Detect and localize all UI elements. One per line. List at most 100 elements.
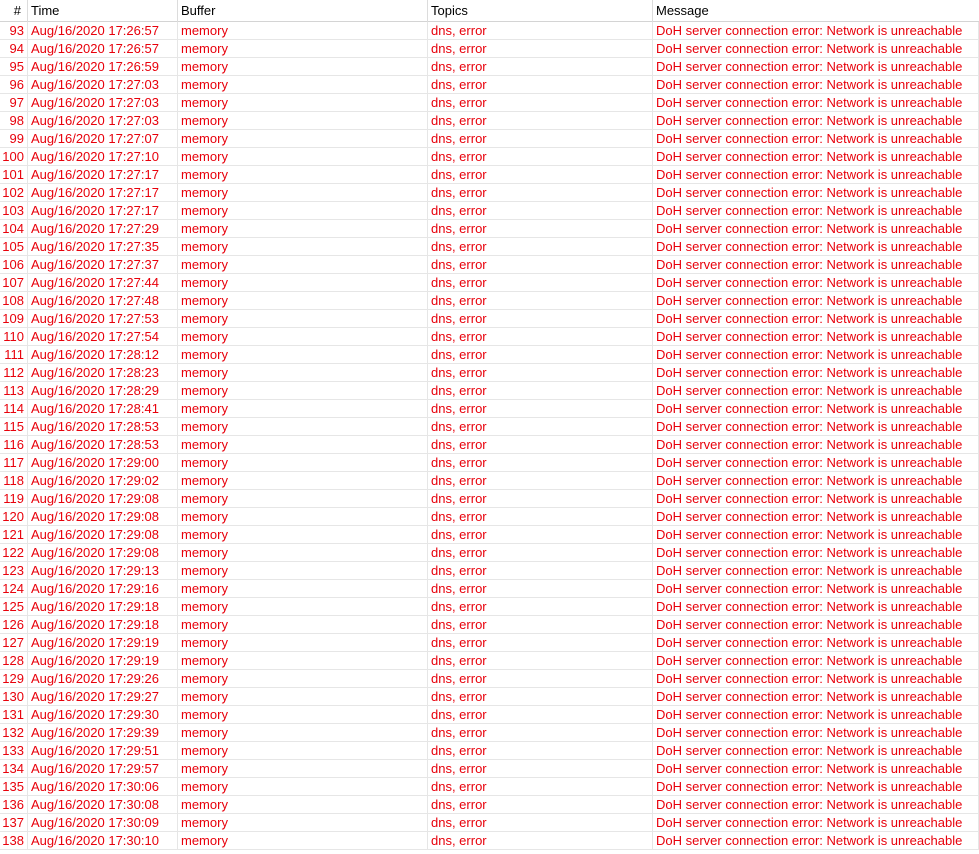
cell-time: Aug/16/2020 17:27:03 xyxy=(28,112,178,129)
table-row[interactable]: 126 Aug/16/2020 17:29:18 memory dns, error D… xyxy=(0,616,979,634)
table-row[interactable]: 110 Aug/16/2020 17:27:54 memory dns, error D… xyxy=(0,328,979,346)
cell-topics: dns, error xyxy=(428,58,653,75)
table-row[interactable]: 137 Aug/16/2020 17:30:09 memory dns, error D… xyxy=(0,814,979,832)
table-row[interactable]: 105 Aug/16/2020 17:27:35 memory dns, error D… xyxy=(0,238,979,256)
cell-message: DoH server connection error: Network is … xyxy=(653,742,979,759)
cell-buffer: memory xyxy=(178,310,428,327)
cell-number: 132 xyxy=(0,724,28,741)
table-row[interactable]: 97 Aug/16/2020 17:27:03 memory dns, error Do… xyxy=(0,94,979,112)
table-row[interactable]: 119 Aug/16/2020 17:29:08 memory dns, error D… xyxy=(0,490,979,508)
cell-time: Aug/16/2020 17:29:57 xyxy=(28,760,178,777)
table-row[interactable]: 95 Aug/16/2020 17:26:59 memory dns, error Do… xyxy=(0,58,979,76)
cell-buffer: memory xyxy=(178,328,428,345)
table-row[interactable]: 93 Aug/16/2020 17:26:57 memory dns, error Do… xyxy=(0,22,979,40)
table-row[interactable]: 127 Aug/16/2020 17:29:19 memory dns, error D… xyxy=(0,634,979,652)
cell-buffer: memory xyxy=(178,598,428,615)
cell-number: 98 xyxy=(0,112,28,129)
table-row[interactable]: 117 Aug/16/2020 17:29:00 memory dns, error D… xyxy=(0,454,979,472)
table-row[interactable]: 125 Aug/16/2020 17:29:18 memory dns, error D… xyxy=(0,598,979,616)
column-header-message[interactable]: Message xyxy=(653,0,979,22)
table-row[interactable]: 98 Aug/16/2020 17:27:03 memory dns, error Do… xyxy=(0,112,979,130)
table-row[interactable]: 103 Aug/16/2020 17:27:17 memory dns, error D… xyxy=(0,202,979,220)
cell-buffer: memory xyxy=(178,58,428,75)
table-row[interactable]: 101 Aug/16/2020 17:27:17 memory dns, error D… xyxy=(0,166,979,184)
cell-buffer: memory xyxy=(178,472,428,489)
table-row[interactable]: 136 Aug/16/2020 17:30:08 memory dns, error D… xyxy=(0,796,979,814)
table-row[interactable]: 134 Aug/16/2020 17:29:57 memory dns, error D… xyxy=(0,760,979,778)
table-row[interactable]: 116 Aug/16/2020 17:28:53 memory dns, error D… xyxy=(0,436,979,454)
table-row[interactable]: 107 Aug/16/2020 17:27:44 memory dns, error D… xyxy=(0,274,979,292)
table-row[interactable]: 135 Aug/16/2020 17:30:06 memory dns, error D… xyxy=(0,778,979,796)
table-row[interactable]: 106 Aug/16/2020 17:27:37 memory dns, error D… xyxy=(0,256,979,274)
table-row[interactable]: 138 Aug/16/2020 17:30:10 memory dns, error D… xyxy=(0,832,979,850)
cell-message: DoH server connection error: Network is … xyxy=(653,598,979,615)
table-row[interactable]: 99 Aug/16/2020 17:27:07 memory dns, error Do… xyxy=(0,130,979,148)
cell-message: DoH server connection error: Network is … xyxy=(653,706,979,723)
table-row[interactable]: 121 Aug/16/2020 17:29:08 memory dns, error D… xyxy=(0,526,979,544)
table-row[interactable]: 111 Aug/16/2020 17:28:12 memory dns, error D… xyxy=(0,346,979,364)
cell-buffer: memory xyxy=(178,94,428,111)
cell-number: 117 xyxy=(0,454,28,471)
table-row[interactable]: 104 Aug/16/2020 17:27:29 memory dns, error D… xyxy=(0,220,979,238)
column-header-time[interactable]: Time xyxy=(28,0,178,22)
cell-topics: dns, error xyxy=(428,796,653,813)
table-row[interactable]: 109 Aug/16/2020 17:27:53 memory dns, error D… xyxy=(0,310,979,328)
table-row[interactable]: 133 Aug/16/2020 17:29:51 memory dns, error D… xyxy=(0,742,979,760)
cell-buffer: memory xyxy=(178,220,428,237)
cell-topics: dns, error xyxy=(428,382,653,399)
table-row[interactable]: 132 Aug/16/2020 17:29:39 memory dns, error D… xyxy=(0,724,979,742)
cell-topics: dns, error xyxy=(428,652,653,669)
table-row[interactable]: 108 Aug/16/2020 17:27:48 memory dns, error D… xyxy=(0,292,979,310)
table-row[interactable]: 112 Aug/16/2020 17:28:23 memory dns, error D… xyxy=(0,364,979,382)
table-body: 93 Aug/16/2020 17:26:57 memory dns, error Do… xyxy=(0,22,979,850)
cell-topics: dns, error xyxy=(428,220,653,237)
cell-buffer: memory xyxy=(178,706,428,723)
table-row[interactable]: 100 Aug/16/2020 17:27:10 memory dns, error D… xyxy=(0,148,979,166)
cell-time: Aug/16/2020 17:27:07 xyxy=(28,130,178,147)
cell-number: 107 xyxy=(0,274,28,291)
table-row[interactable]: 120 Aug/16/2020 17:29:08 memory dns, error D… xyxy=(0,508,979,526)
table-row[interactable]: 113 Aug/16/2020 17:28:29 memory dns, error D… xyxy=(0,382,979,400)
table-row[interactable]: 118 Aug/16/2020 17:29:02 memory dns, error D… xyxy=(0,472,979,490)
table-row[interactable]: 123 Aug/16/2020 17:29:13 memory dns, error D… xyxy=(0,562,979,580)
table-row[interactable]: 96 Aug/16/2020 17:27:03 memory dns, error Do… xyxy=(0,76,979,94)
cell-message: DoH server connection error: Network is … xyxy=(653,760,979,777)
table-row[interactable]: 130 Aug/16/2020 17:29:27 memory dns, error D… xyxy=(0,688,979,706)
cell-message: DoH server connection error: Network is … xyxy=(653,454,979,471)
cell-message: DoH server connection error: Network is … xyxy=(653,382,979,399)
column-header-number[interactable]: # xyxy=(0,0,28,22)
cell-buffer: memory xyxy=(178,76,428,93)
table-row[interactable]: 102 Aug/16/2020 17:27:17 memory dns, error D… xyxy=(0,184,979,202)
table-row[interactable]: 94 Aug/16/2020 17:26:57 memory dns, error Do… xyxy=(0,40,979,58)
cell-number: 129 xyxy=(0,670,28,687)
cell-time: Aug/16/2020 17:29:00 xyxy=(28,454,178,471)
cell-number: 138 xyxy=(0,832,28,849)
cell-topics: dns, error xyxy=(428,472,653,489)
cell-number: 124 xyxy=(0,580,28,597)
cell-time: Aug/16/2020 17:27:29 xyxy=(28,220,178,237)
cell-time: Aug/16/2020 17:29:27 xyxy=(28,688,178,705)
table-row[interactable]: 129 Aug/16/2020 17:29:26 memory dns, error D… xyxy=(0,670,979,688)
table-row[interactable]: 115 Aug/16/2020 17:28:53 memory dns, error D… xyxy=(0,418,979,436)
table-row[interactable]: 114 Aug/16/2020 17:28:41 memory dns, error D… xyxy=(0,400,979,418)
cell-topics: dns, error xyxy=(428,364,653,381)
table-row[interactable]: 128 Aug/16/2020 17:29:19 memory dns, error D… xyxy=(0,652,979,670)
cell-time: Aug/16/2020 17:26:59 xyxy=(28,58,178,75)
cell-topics: dns, error xyxy=(428,310,653,327)
column-header-buffer[interactable]: Buffer xyxy=(178,0,428,22)
cell-buffer: memory xyxy=(178,130,428,147)
cell-buffer: memory xyxy=(178,616,428,633)
cell-message: DoH server connection error: Network is … xyxy=(653,580,979,597)
cell-buffer: memory xyxy=(178,652,428,669)
cell-topics: dns, error xyxy=(428,616,653,633)
table-row[interactable]: 122 Aug/16/2020 17:29:08 memory dns, error D… xyxy=(0,544,979,562)
column-header-topics[interactable]: Topics xyxy=(428,0,653,22)
table-row[interactable]: 131 Aug/16/2020 17:29:30 memory dns, error D… xyxy=(0,706,979,724)
cell-number: 126 xyxy=(0,616,28,633)
cell-buffer: memory xyxy=(178,40,428,57)
cell-message: DoH server connection error: Network is … xyxy=(653,490,979,507)
table-row[interactable]: 124 Aug/16/2020 17:29:16 memory dns, error D… xyxy=(0,580,979,598)
cell-topics: dns, error xyxy=(428,832,653,849)
cell-buffer: memory xyxy=(178,760,428,777)
cell-message: DoH server connection error: Network is … xyxy=(653,418,979,435)
